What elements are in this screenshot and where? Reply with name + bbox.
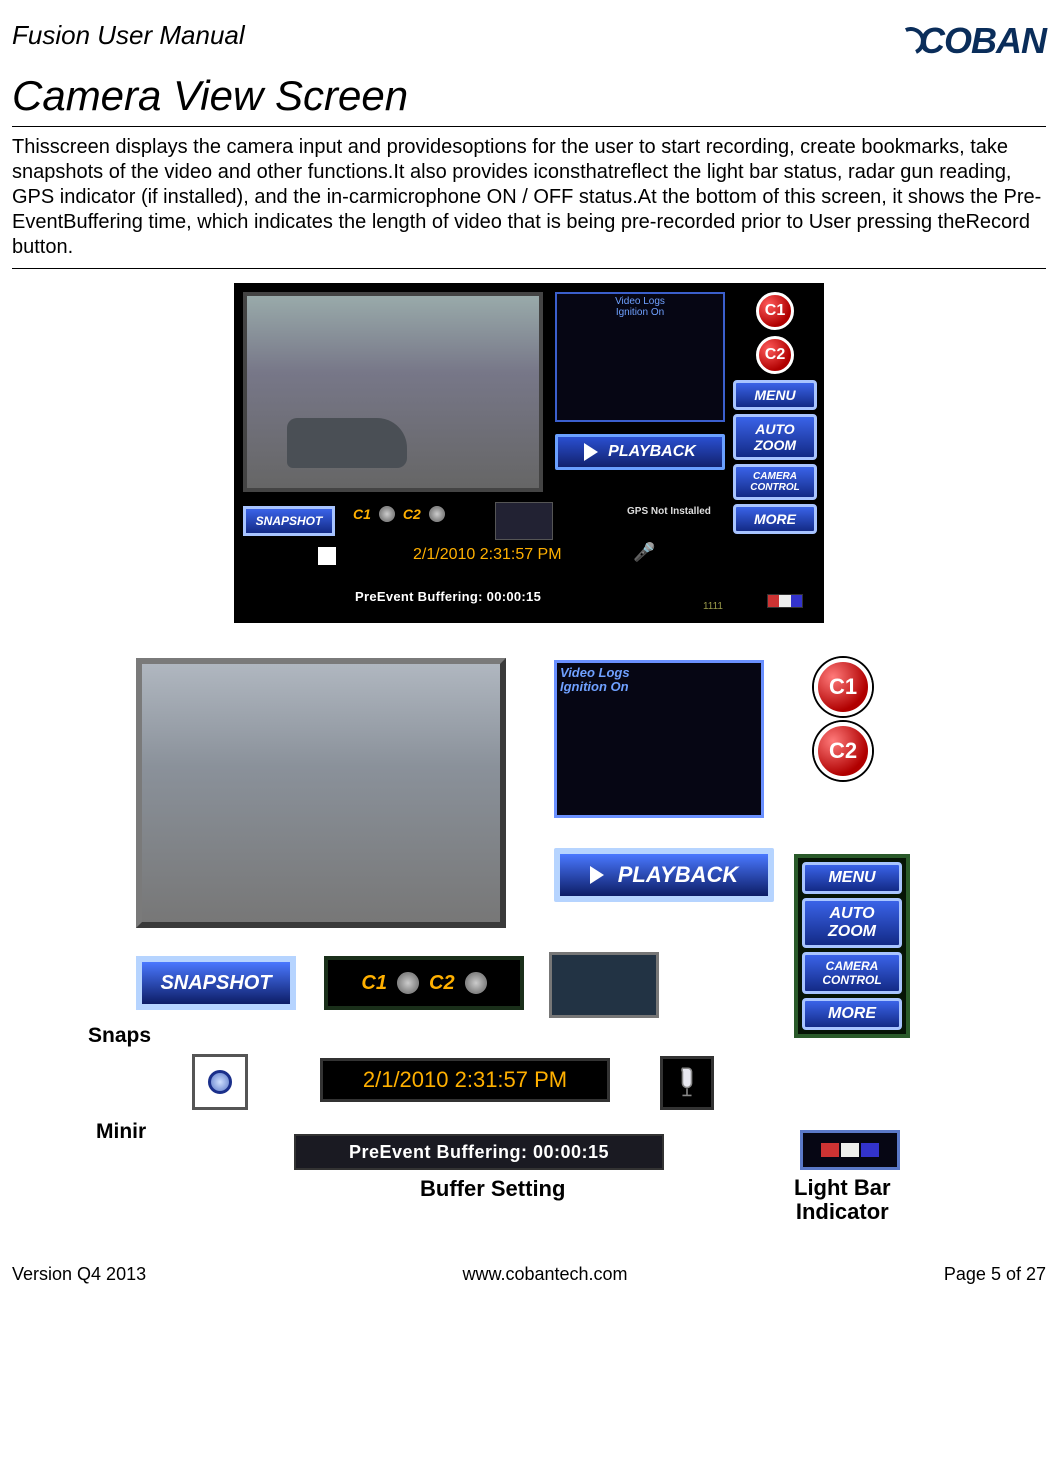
auto-zoom-button[interactable]: AUTOZOOM — [733, 414, 817, 460]
lightbar-indicator — [767, 594, 803, 608]
callout-menu-column: MENU AUTOZOOM CAMERACONTROL MORE — [794, 854, 910, 1038]
more-button[interactable]: MORE — [733, 504, 817, 534]
label-buffer-setting: Buffer Setting — [420, 1176, 565, 1202]
brand-logo: COBAN — [897, 20, 1046, 62]
preevent-buffer-display: PreEvent Buffering: 00:00:15 — [355, 589, 541, 604]
callout-timestamp: 2/1/2010 2:31:57 PM — [320, 1058, 610, 1102]
minimize-icon — [208, 1070, 232, 1094]
lightbar-red-icon — [821, 1143, 839, 1157]
divider — [12, 268, 1046, 269]
auto-zoom-button[interactable]: AUTOZOOM — [802, 898, 902, 948]
document-title: Fusion User Manual — [12, 20, 245, 51]
callout-record-c1-button[interactable]: C1 — [814, 658, 872, 716]
callout-record-c2-button[interactable]: C2 — [814, 722, 872, 780]
lightbar-white-icon — [841, 1143, 859, 1157]
log-line: Ignition On — [560, 680, 758, 694]
c1-label: C1 — [361, 972, 387, 995]
play-icon — [590, 866, 604, 884]
playback-button[interactable]: PLAYBACK — [555, 434, 725, 470]
timestamp-display: 2/1/2010 2:31:57 PM — [413, 546, 562, 564]
camera-preview — [243, 292, 543, 492]
camera-view-screenshot: Video Logs Ignition On PLAYBACK C1 C2 ME… — [234, 283, 824, 623]
label-snapshot: Snaps — [88, 1024, 151, 1048]
body-paragraph: Thisscreen displays the camera input and… — [12, 135, 1046, 260]
callout-buffer-display: PreEvent Buffering: 00:00:15 — [294, 1134, 664, 1170]
callout-video-log: Video Logs Ignition On — [554, 660, 764, 818]
page-footer: Version Q4 2013 www.cobantech.com Page 5… — [12, 1264, 1046, 1285]
footer-version: Version Q4 2013 — [12, 1264, 146, 1285]
video-log-panel: Video Logs Ignition On — [555, 292, 725, 422]
camera-control-button[interactable]: CAMERACONTROL — [733, 464, 817, 500]
minimize-button[interactable] — [317, 546, 337, 566]
callout-camera-status: C1 C2 — [324, 956, 524, 1010]
c1-label: C1 — [353, 506, 371, 522]
callouts-figure: Video Logs Ignition On PLAYBACK C1 C2 ME… — [94, 658, 964, 1258]
log-line: Ignition On — [559, 307, 721, 318]
footer-page: Page 5 of 27 — [944, 1264, 1046, 1285]
footer-url: www.cobantech.com — [462, 1264, 627, 1285]
c2-status-icon — [465, 972, 487, 994]
play-icon — [584, 443, 598, 461]
callout-secondary-thumbnail[interactable] — [549, 952, 659, 1018]
callout-microphone-button[interactable] — [660, 1056, 714, 1110]
record-c1-button[interactable]: C1 — [756, 292, 794, 330]
snapshot-button[interactable]: SNAPSHOT — [243, 506, 335, 536]
bottom-number: 1111 — [703, 601, 723, 612]
callout-lightbar-indicator — [800, 1130, 900, 1170]
playback-label: PLAYBACK — [608, 443, 696, 461]
c1-status-icon — [397, 972, 419, 994]
camera-status-indicators: C1 C2 — [353, 506, 445, 522]
playback-label: PLAYBACK — [618, 862, 739, 888]
camera-control-button[interactable]: CAMERACONTROL — [802, 952, 902, 994]
lightbar-blue-icon — [861, 1143, 879, 1157]
menu-button[interactable]: MENU — [733, 380, 817, 410]
c2-label: C2 — [403, 506, 421, 522]
divider — [12, 126, 1046, 127]
menu-button[interactable]: MENU — [802, 862, 902, 894]
callout-minimize-button[interactable] — [192, 1054, 248, 1110]
callout-camera-preview — [136, 658, 506, 928]
c1-status-icon — [379, 506, 395, 522]
callout-snapshot-button[interactable]: SNAPSHOT — [136, 956, 296, 1010]
main-screenshot-figure: Video Logs Ignition On PLAYBACK C1 C2 ME… — [12, 283, 1046, 628]
secondary-camera-thumbnail[interactable] — [495, 502, 553, 540]
page-title: Camera View Screen — [12, 72, 1046, 120]
record-c2-button[interactable]: C2 — [756, 336, 794, 374]
more-button[interactable]: MORE — [802, 998, 902, 1030]
microphone-icon[interactable]: 🎤 — [633, 542, 655, 563]
brand-name: COBAN — [919, 20, 1046, 62]
callout-playback-button[interactable]: PLAYBACK — [554, 848, 774, 902]
log-header: Video Logs — [559, 296, 721, 307]
label-lightbar: Light BarIndicator — [794, 1176, 891, 1224]
c2-status-icon — [429, 506, 445, 522]
gps-status: GPS Not Installed — [627, 506, 711, 517]
label-minimize: Minir — [96, 1120, 146, 1144]
log-header: Video Logs — [560, 666, 758, 680]
microphone-icon — [673, 1066, 701, 1100]
c2-label: C2 — [429, 972, 455, 995]
